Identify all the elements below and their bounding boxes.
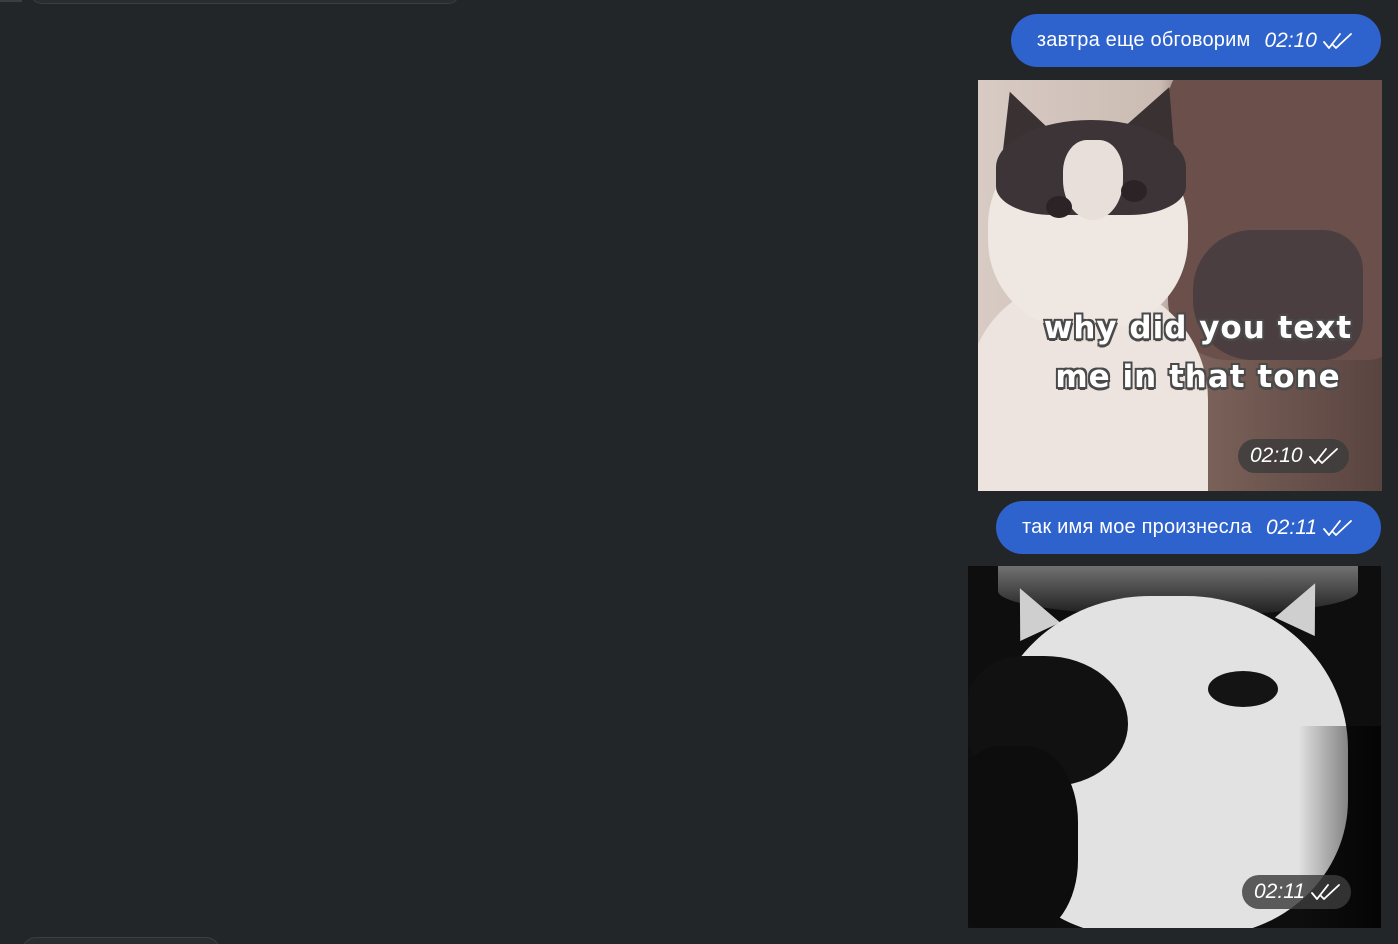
previous-message-edge [30, 0, 460, 4]
gif-message[interactable]: why did you text me in that tone 02:10 [978, 80, 1382, 491]
message-time: 02:10 [1264, 28, 1317, 52]
outgoing-message-bubble[interactable]: завтра еще обговорим 02:10 [1010, 14, 1381, 67]
cat-dark-patch [968, 746, 1078, 928]
message-text: завтра еще обговорим [1036, 29, 1251, 51]
message-time: 02:11 [1266, 515, 1317, 539]
message-meta: 02:10 [1264, 29, 1353, 53]
double-check-icon [1311, 884, 1340, 900]
message-time: 02:10 [1250, 444, 1303, 467]
gif-message[interactable]: 02:11 [968, 566, 1381, 928]
gif-caption-line: me in that tone [1055, 359, 1341, 395]
message-time: 02:11 [1254, 880, 1305, 903]
message-meta: 02:11 [1242, 875, 1351, 909]
cat-eye [1208, 671, 1278, 707]
message-text: так имя мое произнесла [1021, 516, 1252, 538]
double-check-icon [1308, 448, 1338, 464]
cat-forehead [1063, 140, 1123, 220]
next-message-edge [22, 937, 220, 944]
double-check-icon [1323, 32, 1352, 49]
message-meta: 02:10 [1238, 439, 1349, 473]
scroll-edge [0, 0, 22, 2]
chat-history: завтра еще обговорим 02:10 why did you t… [0, 0, 1398, 944]
message-meta: 02:11 [1266, 516, 1353, 540]
outgoing-message-bubble[interactable]: так имя мое произнесла 02:11 [995, 501, 1381, 554]
double-check-icon [1323, 519, 1352, 536]
cat-eye [1046, 196, 1072, 218]
gif-caption-line: why did you text [1043, 310, 1353, 346]
gif-caption: why did you text me in that tone [1018, 304, 1378, 402]
cat-eye [1121, 180, 1147, 202]
